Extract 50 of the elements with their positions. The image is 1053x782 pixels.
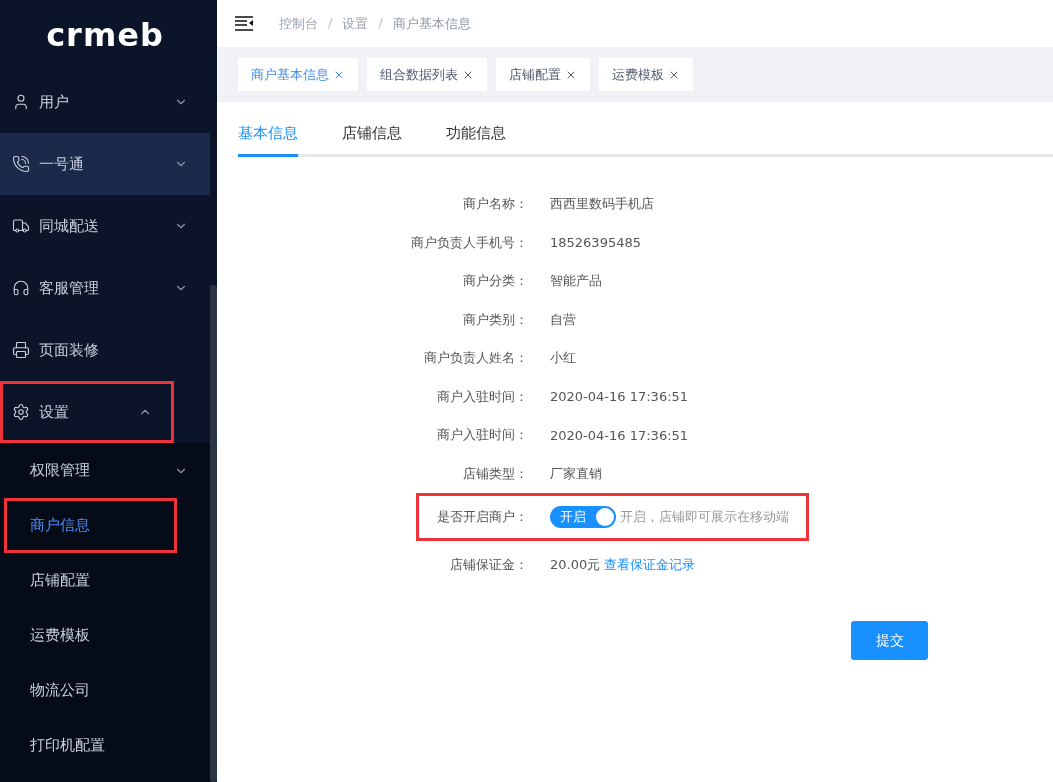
page-tag[interactable]: 组合数据列表: [367, 58, 487, 91]
tab[interactable]: 功能信息: [446, 112, 506, 157]
form-value: 西西里数码手机店: [550, 195, 654, 214]
page-tag[interactable]: 商户基本信息: [238, 58, 358, 91]
printer-icon: [12, 341, 30, 359]
logo: crmeb: [46, 16, 164, 54]
submenu-item[interactable]: 打印机配置: [0, 718, 210, 773]
form-value: 2020-04-16 17:36:51: [550, 389, 689, 405]
form-label: 商户名称：: [462, 195, 529, 214]
sidebar-item[interactable]: 设置: [0, 381, 174, 443]
form-value: 小红: [550, 349, 576, 368]
scrollbar[interactable]: [210, 285, 217, 782]
page-tag[interactable]: 店铺配置: [496, 58, 590, 91]
menu-fold-icon[interactable]: [235, 16, 253, 31]
sidebar-item[interactable]: 同城配送: [0, 195, 210, 257]
submenu-item[interactable]: 物流公司: [0, 663, 210, 718]
form-value: 18526395485: [550, 235, 641, 251]
form-label: 店铺保证金：: [449, 556, 529, 574]
form-value: 2020-04-16 17:36:51: [550, 427, 689, 443]
form-label: 商户负责人姓名：: [423, 349, 529, 368]
form-label: 商户负责人手机号：: [410, 233, 529, 252]
page-tag[interactable]: 运费模板: [599, 58, 693, 91]
breadcrumb-separator: /: [378, 14, 383, 32]
form-label: 商户入驻时间：: [436, 387, 529, 406]
headset-icon: [12, 279, 30, 297]
submenu-item[interactable]: 店铺配置: [0, 553, 210, 608]
submenu-item[interactable]: 运费模板: [0, 608, 210, 663]
hint-text: 开启，店铺即可展示在移动端: [620, 508, 789, 526]
truck-icon: [12, 217, 30, 235]
user-icon: [12, 93, 30, 111]
sidebar-item[interactable]: 页面装修: [0, 319, 210, 381]
phone-icon: [12, 155, 30, 173]
tab[interactable]: 店铺信息: [342, 112, 402, 157]
sidebar-item[interactable]: 客服管理: [0, 257, 210, 319]
settings-icon: [12, 403, 30, 421]
sidebar-item[interactable]: 一号通: [0, 133, 210, 195]
breadcrumb-separator: /: [328, 14, 333, 32]
form-label: 商户类别：: [462, 310, 529, 329]
form-value: 厂家直销: [550, 464, 602, 483]
submenu-item[interactable]: 商户信息: [4, 498, 177, 553]
submenu-item[interactable]: 权限管理: [0, 443, 210, 498]
form-label: 商户分类：: [462, 272, 529, 291]
sidebar-item[interactable]: 用户: [0, 71, 210, 133]
form-label: 商户入驻时间：: [436, 426, 529, 445]
form-value: 智能产品: [550, 272, 602, 291]
form-value: 20.00元: [550, 556, 601, 574]
form-label: 店铺类型：: [462, 464, 529, 483]
form-label: 是否开启商户：: [436, 508, 529, 526]
breadcrumb-current: 商户基本信息: [392, 14, 471, 33]
form-value: 自营: [550, 310, 576, 329]
